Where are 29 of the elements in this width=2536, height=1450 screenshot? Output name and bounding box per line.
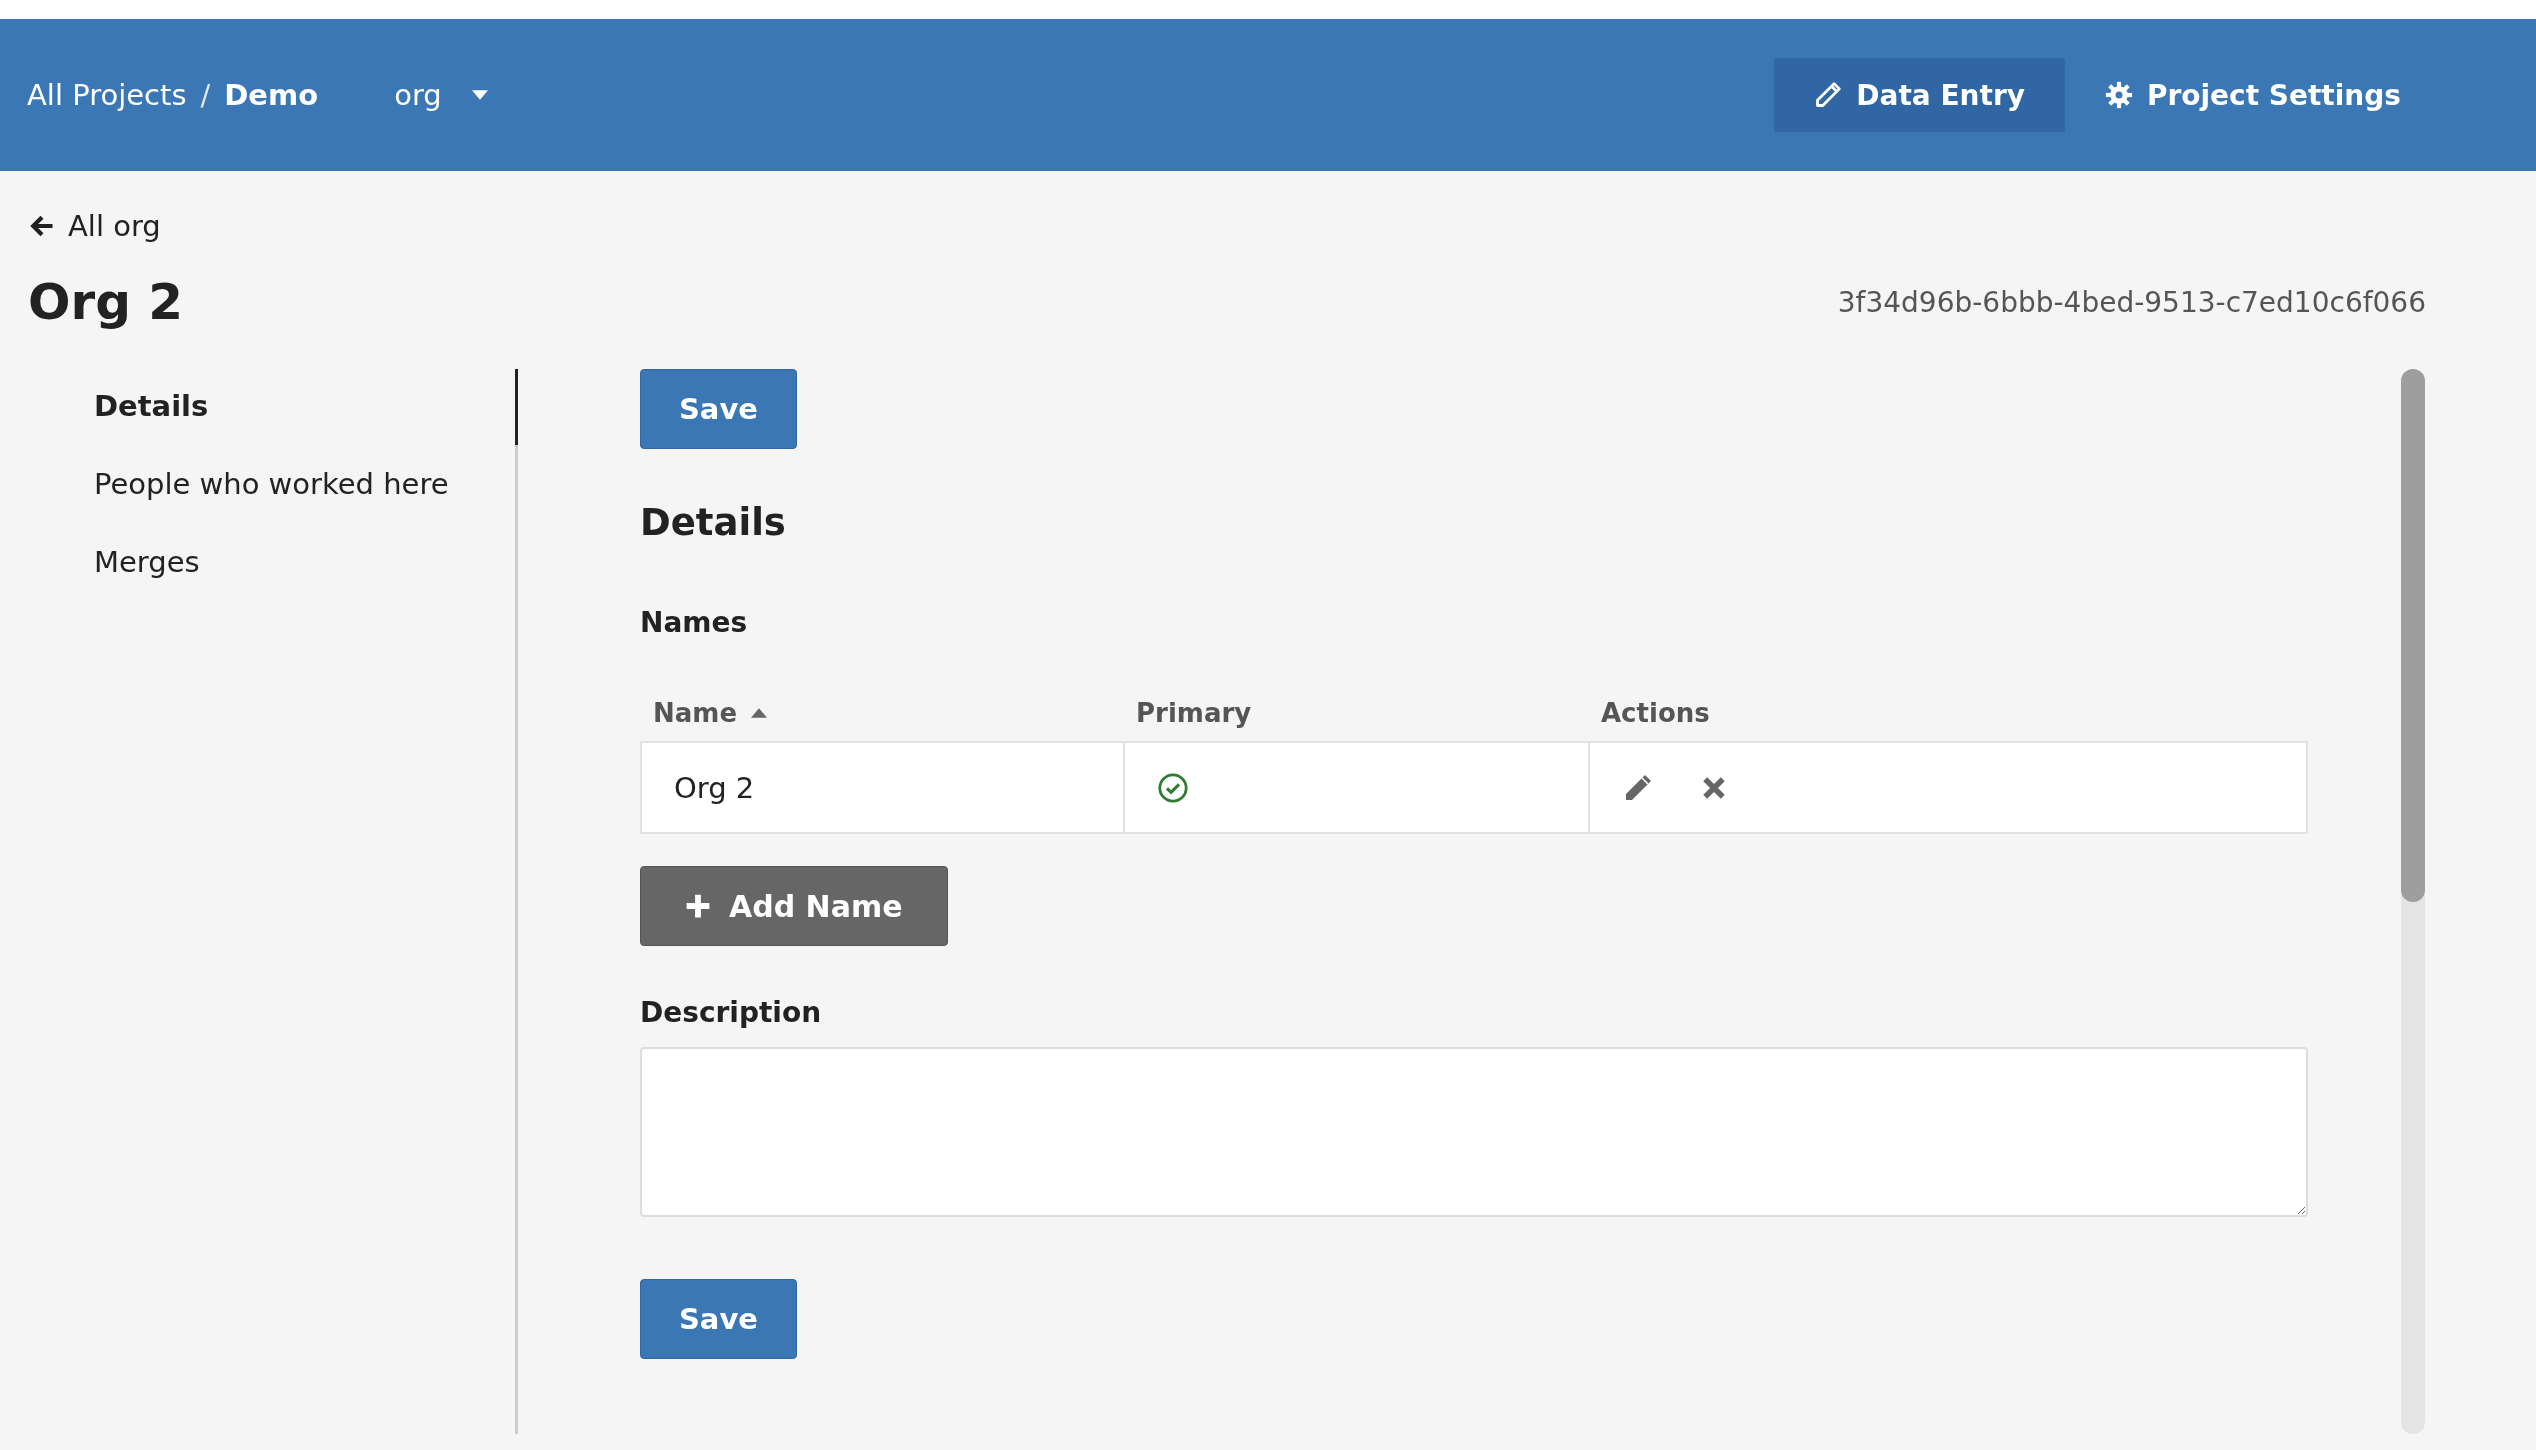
breadcrumb-separator: / <box>200 78 211 112</box>
pencil-icon <box>1814 81 1843 109</box>
settings-icon <box>2104 81 2133 109</box>
breadcrumb-link[interactable]: Demo <box>224 78 319 112</box>
sidebar-item[interactable]: Merges <box>94 523 518 601</box>
column-header[interactable]: Primary <box>1123 698 1588 728</box>
description-label: Description <box>640 996 822 1029</box>
scrollbar[interactable] <box>2401 369 2425 1434</box>
breadcrumb-link[interactable]: All Projects <box>27 78 187 112</box>
caret-icon <box>471 90 488 100</box>
entity-dropdown[interactable]: org <box>394 78 488 112</box>
back-link[interactable]: All org <box>28 209 2426 243</box>
table-cell: Org 2 <box>642 743 1125 832</box>
scrollbar-thumb[interactable] <box>2401 369 2425 902</box>
nav-tab[interactable]: Project Settings <box>2064 58 2441 132</box>
description-field[interactable] <box>640 1047 2308 1217</box>
add-name-button[interactable]: Add Name <box>640 866 948 946</box>
page-title: Org 2 <box>28 273 184 331</box>
plus-icon <box>685 893 711 919</box>
nav-tab[interactable]: Data Entry <box>1774 58 2065 132</box>
column-header[interactable]: Actions <box>1588 698 2308 728</box>
names-label: Names <box>640 606 748 639</box>
record-id: 3f34d96b-6bbb-4bed-9513-c7ed10c6f066 <box>1837 285 2426 319</box>
sidebar-item[interactable]: People who worked here <box>94 445 518 523</box>
save-button[interactable]: Save <box>640 1279 797 1359</box>
section-title: Details <box>640 501 786 544</box>
column-header[interactable]: Name <box>640 698 1123 728</box>
sidebar-item[interactable]: Details <box>94 369 518 445</box>
save-button[interactable]: Save <box>640 369 797 449</box>
